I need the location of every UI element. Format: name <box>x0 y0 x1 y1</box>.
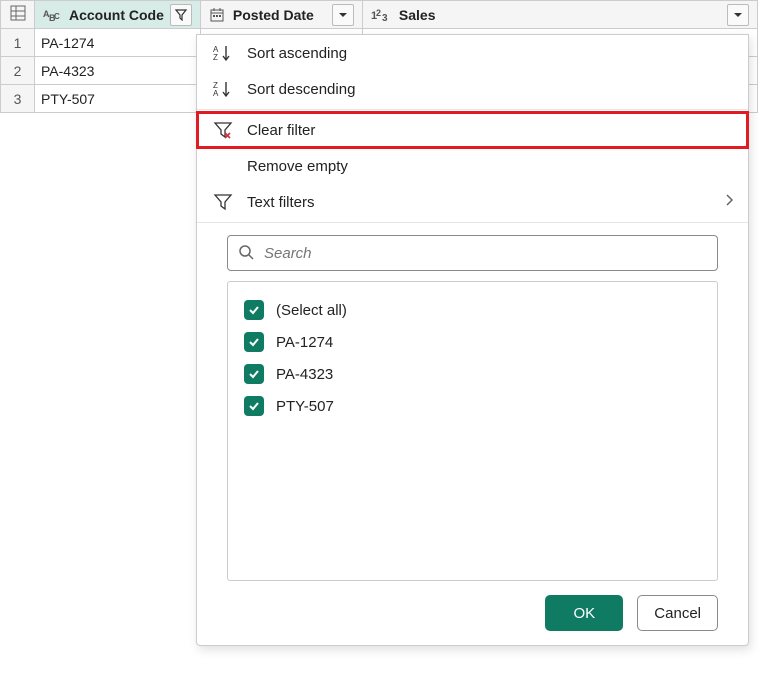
column-filter-button[interactable] <box>727 4 749 26</box>
table-icon <box>10 5 26 21</box>
checkbox-checked-icon[interactable] <box>244 364 264 384</box>
column-filter-panel: AZ Sort ascending ZA Sort descending Cle… <box>196 34 749 646</box>
menu-remove-empty[interactable]: Remove empty <box>197 148 748 184</box>
row-header-corner[interactable] <box>1 1 35 29</box>
column-header-posted-date[interactable]: Posted Date <box>200 1 362 29</box>
caret-down-icon <box>733 10 743 20</box>
checklist-item[interactable]: PTY-507 <box>242 390 703 422</box>
sort-desc-icon: ZA <box>211 80 235 98</box>
chevron-right-icon <box>724 193 734 211</box>
row-number: 3 <box>1 85 35 113</box>
column-label: Account Code <box>67 7 164 23</box>
clear-filter-icon <box>211 121 235 139</box>
search-icon <box>238 244 254 263</box>
checklist-label: (Select all) <box>276 302 347 319</box>
column-filter-button[interactable] <box>170 4 192 26</box>
cell-account-code[interactable]: PA-1274 <box>35 29 201 57</box>
row-number: 2 <box>1 57 35 85</box>
caret-down-icon <box>338 10 348 20</box>
svg-text:Z: Z <box>213 53 218 62</box>
header-row: ABC Account Code Posted Date <box>1 1 758 29</box>
filter-value-list: (Select all) PA-1274 PA-4323 PTY-507 <box>227 281 718 581</box>
sort-asc-icon: AZ <box>211 44 235 62</box>
svg-text:3: 3 <box>382 13 388 23</box>
checklist-label: PA-4323 <box>276 366 333 383</box>
button-label: OK <box>573 605 595 622</box>
filter-icon <box>211 193 235 211</box>
checklist-item[interactable]: PA-4323 <box>242 358 703 390</box>
ok-button[interactable]: OK <box>545 595 623 631</box>
button-label: Cancel <box>654 605 701 622</box>
column-filter-button[interactable] <box>332 4 354 26</box>
menu-label: Clear filter <box>247 122 315 139</box>
menu-text-filters[interactable]: Text filters <box>197 184 748 220</box>
dialog-button-row: OK Cancel <box>197 581 748 631</box>
filter-search-input[interactable] <box>262 244 707 263</box>
checkbox-checked-icon[interactable] <box>244 396 264 416</box>
menu-label: Remove empty <box>247 158 348 175</box>
menu-divider <box>197 222 748 223</box>
column-header-sales[interactable]: 123 Sales <box>362 1 757 29</box>
cell-account-code[interactable]: PTY-507 <box>35 85 201 113</box>
svg-text:C: C <box>54 12 60 21</box>
checkbox-checked-icon[interactable] <box>244 332 264 352</box>
row-number: 1 <box>1 29 35 57</box>
text-type-icon: ABC <box>43 7 61 23</box>
menu-sort-descending[interactable]: ZA Sort descending <box>197 71 748 107</box>
filter-search-box[interactable] <box>227 235 718 271</box>
cancel-button[interactable]: Cancel <box>637 595 718 631</box>
cell-account-code[interactable]: PA-4323 <box>35 57 201 85</box>
menu-label: Sort ascending <box>247 45 347 62</box>
menu-label: Text filters <box>247 194 315 211</box>
menu-divider <box>197 109 748 110</box>
svg-text:A: A <box>213 89 219 98</box>
column-label: Posted Date <box>231 7 326 23</box>
column-label: Sales <box>397 7 721 23</box>
checklist-label: PA-1274 <box>276 334 333 351</box>
checkbox-checked-icon[interactable] <box>244 300 264 320</box>
column-header-account-code[interactable]: ABC Account Code <box>35 1 201 29</box>
checklist-select-all[interactable]: (Select all) <box>242 294 703 326</box>
date-type-icon <box>209 7 225 23</box>
menu-clear-filter[interactable]: Clear filter <box>197 112 748 148</box>
svg-text:2: 2 <box>376 8 381 18</box>
checklist-item[interactable]: PA-1274 <box>242 326 703 358</box>
filter-active-icon <box>175 9 187 21</box>
menu-sort-ascending[interactable]: AZ Sort ascending <box>197 35 748 71</box>
checklist-label: PTY-507 <box>276 398 334 415</box>
menu-label: Sort descending <box>247 81 355 98</box>
number-type-icon: 123 <box>371 7 391 23</box>
